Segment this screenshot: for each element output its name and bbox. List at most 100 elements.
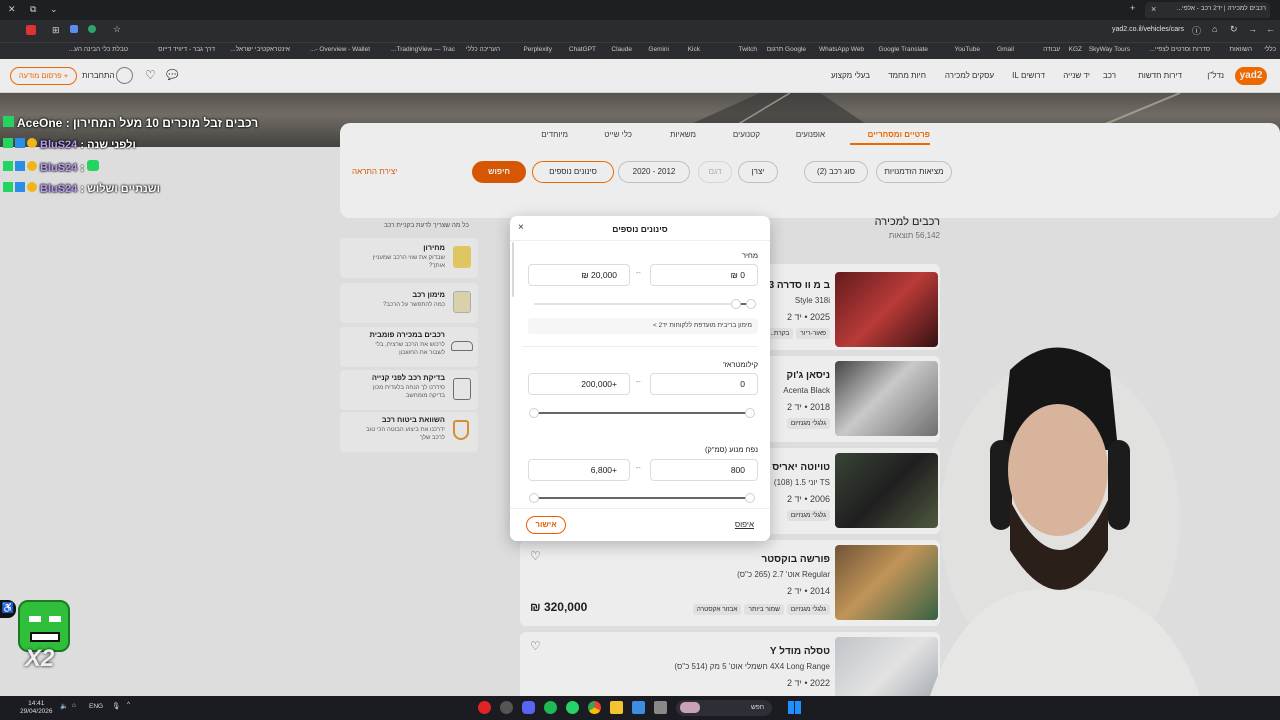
modal-title: סינונים נוספים <box>612 224 668 234</box>
home-icon[interactable]: ⌂ <box>1212 24 1217 34</box>
tab-search-icon[interactable]: ⌄ <box>50 4 58 15</box>
bookmark-item[interactable]: השוואות <box>1229 46 1252 53</box>
discord-icon[interactable] <box>522 701 535 714</box>
reload-icon[interactable]: ↻ <box>1230 24 1238 35</box>
engine-volume-label: נפח מנוע (סמ"ק) <box>704 445 758 454</box>
active-tab[interactable]: × רכבים למכירה | יד2 רכב - אלפי... <box>1145 2 1270 18</box>
bookmark-item[interactable]: Google תרגום <box>767 46 806 53</box>
tab-close-icon[interactable]: × <box>1151 4 1156 14</box>
bookmark-item[interactable]: SkyWay Tours <box>1089 46 1130 53</box>
kick-badge-icon <box>3 116 14 127</box>
bookmark-item[interactable]: אינטראקטיבי ישראל... <box>230 46 290 53</box>
store-icon[interactable] <box>632 701 645 714</box>
bookmark-item[interactable]: Twitch <box>739 46 757 53</box>
extension-icon[interactable] <box>26 25 36 35</box>
network-icon[interactable]: ⌂ <box>72 702 76 709</box>
subscriber-badge-icon <box>15 138 25 148</box>
chat-username: BluS24 <box>40 162 78 174</box>
engine-slider[interactable] <box>529 493 755 503</box>
bookmark-item[interactable]: Claude <box>611 46 632 53</box>
mileage-slider[interactable] <box>529 408 755 418</box>
windows-start-icon[interactable] <box>788 701 801 714</box>
price-slider-min-handle[interactable] <box>746 299 756 309</box>
modal-footer: איפוס אישור <box>510 508 770 541</box>
bookmark-item[interactable]: KGZ <box>1069 46 1082 53</box>
price-slider-track[interactable] <box>534 303 754 305</box>
engine-slider-min-handle[interactable] <box>745 493 755 503</box>
bookmark-item[interactable]: טבלת כלי הבינה הע... <box>69 46 128 53</box>
stream-chat: AceOne : רכבים זבל מוכרים 10 מעל המחירון… <box>0 114 260 204</box>
mileage-min-input[interactable]: 0 <box>650 373 758 395</box>
bookmark-item[interactable]: העריכה כללי <box>466 46 500 53</box>
recording-app-icon[interactable] <box>478 701 491 714</box>
modal-scrollbar[interactable] <box>512 242 514 297</box>
price-slider-max-handle[interactable] <box>731 299 741 309</box>
finance-banner[interactable]: מימון בריבית מועדפת ללקוחות יד2 > <box>528 318 758 334</box>
microphone-icon[interactable]: 🎙 <box>112 702 120 710</box>
emote-eye <box>49 616 61 622</box>
emote-icon <box>87 160 100 171</box>
reset-link[interactable]: איפוס <box>735 520 754 529</box>
bookmark-item[interactable]: Gemini <box>648 46 669 53</box>
close-window-icon[interactable]: ✕ <box>8 4 16 15</box>
bookmark-item[interactable]: סדרות וסרטים לצפיי... <box>1149 46 1210 53</box>
bookmark-item[interactable]: TradingView — Trac... <box>391 46 455 53</box>
chat-username: AceOne <box>17 116 63 130</box>
mileage-slider-max-handle[interactable] <box>529 408 539 418</box>
address-bar-url[interactable]: yad2.co.il/vehicles/cars <box>1112 26 1184 33</box>
extension-icon[interactable] <box>88 25 96 33</box>
price-min-input[interactable]: 0 ₪ <box>650 264 758 286</box>
confirm-button[interactable]: אישור <box>526 516 566 534</box>
new-tab-icon[interactable]: + <box>1130 3 1135 13</box>
language-indicator[interactable]: ENG <box>89 703 103 710</box>
windows-taskbar: 14:41 29/04/2026 🔈 ⌂ ENG 🎙 ^ חפש <box>0 696 1280 720</box>
chat-line: BluS24 : <box>3 160 100 174</box>
divider <box>510 240 770 241</box>
bookmark-item[interactable]: YouTube <box>954 46 980 53</box>
obs-app-icon[interactable] <box>500 701 513 714</box>
bookmark-item[interactable]: Perplexity <box>523 46 552 53</box>
bookmarks-bar: כללי השוואות סדרות וסרטים לצפיי... SkyWa… <box>0 42 1280 59</box>
search-highlight-icon <box>680 702 700 713</box>
chevron-up-icon[interactable]: ^ <box>127 701 130 708</box>
info-icon[interactable]: ⓘ <box>1192 24 1201 37</box>
range-dash: -- <box>636 270 641 277</box>
engine-min-input[interactable]: 800 <box>650 459 758 481</box>
browser-tab-bar: ✕ ⧉ ⌄ × רכבים למכירה | יד2 רכב - אלפי...… <box>0 0 1280 20</box>
volume-icon[interactable]: 🔈 <box>60 702 68 710</box>
price-slider-fill <box>731 299 756 309</box>
emote-eye <box>29 616 41 622</box>
bookmark-star-icon[interactable]: ☆ <box>113 24 121 35</box>
subscriber-badge-icon <box>15 161 25 171</box>
whatsapp-icon[interactable] <box>566 701 579 714</box>
accessibility-icon[interactable]: ♿ <box>0 600 16 618</box>
bookmark-item[interactable]: כללי <box>1264 46 1276 53</box>
task-view-icon[interactable] <box>654 701 667 714</box>
clock-time: 14:41 <box>28 700 45 707</box>
spotify-icon[interactable] <box>544 701 557 714</box>
mileage-max-input[interactable]: +200,000 <box>528 373 630 395</box>
mileage-slider-min-handle[interactable] <box>745 408 755 418</box>
bookmark-item[interactable]: עבודה <box>1043 46 1060 53</box>
bookmark-item[interactable]: דרך גבר - דיוויד דייוס <box>158 46 215 53</box>
back-icon[interactable]: ← <box>1266 24 1275 34</box>
engine-max-input[interactable]: +6,800 <box>528 459 630 481</box>
bookmark-item[interactable]: Kick <box>688 46 700 53</box>
extension-icon[interactable] <box>70 25 78 33</box>
kick-badge-icon <box>3 161 13 171</box>
bookmark-item[interactable]: Google Translate <box>878 46 928 53</box>
extensions-icon[interactable]: ⊞ <box>52 25 60 36</box>
bookmark-item[interactable]: WhatsApp Web <box>819 46 864 53</box>
taskbar-search[interactable]: חפש <box>676 700 772 716</box>
file-explorer-icon[interactable] <box>610 701 623 714</box>
chrome-icon[interactable] <box>588 701 601 714</box>
engine-slider-max-handle[interactable] <box>529 493 539 503</box>
bookmark-item[interactable]: Gmail <box>997 46 1014 53</box>
bookmark-item[interactable]: Overview - Wallet -... <box>310 46 370 53</box>
forward-icon[interactable]: → <box>1248 24 1257 34</box>
bookmark-item[interactable]: ChatGPT <box>569 46 596 53</box>
clock[interactable]: 14:41 29/04/2026 <box>20 700 53 716</box>
price-max-input[interactable]: 20,000 ₪ <box>528 264 630 286</box>
range-dash: -- <box>636 379 641 386</box>
window-icon[interactable]: ⧉ <box>30 4 36 15</box>
